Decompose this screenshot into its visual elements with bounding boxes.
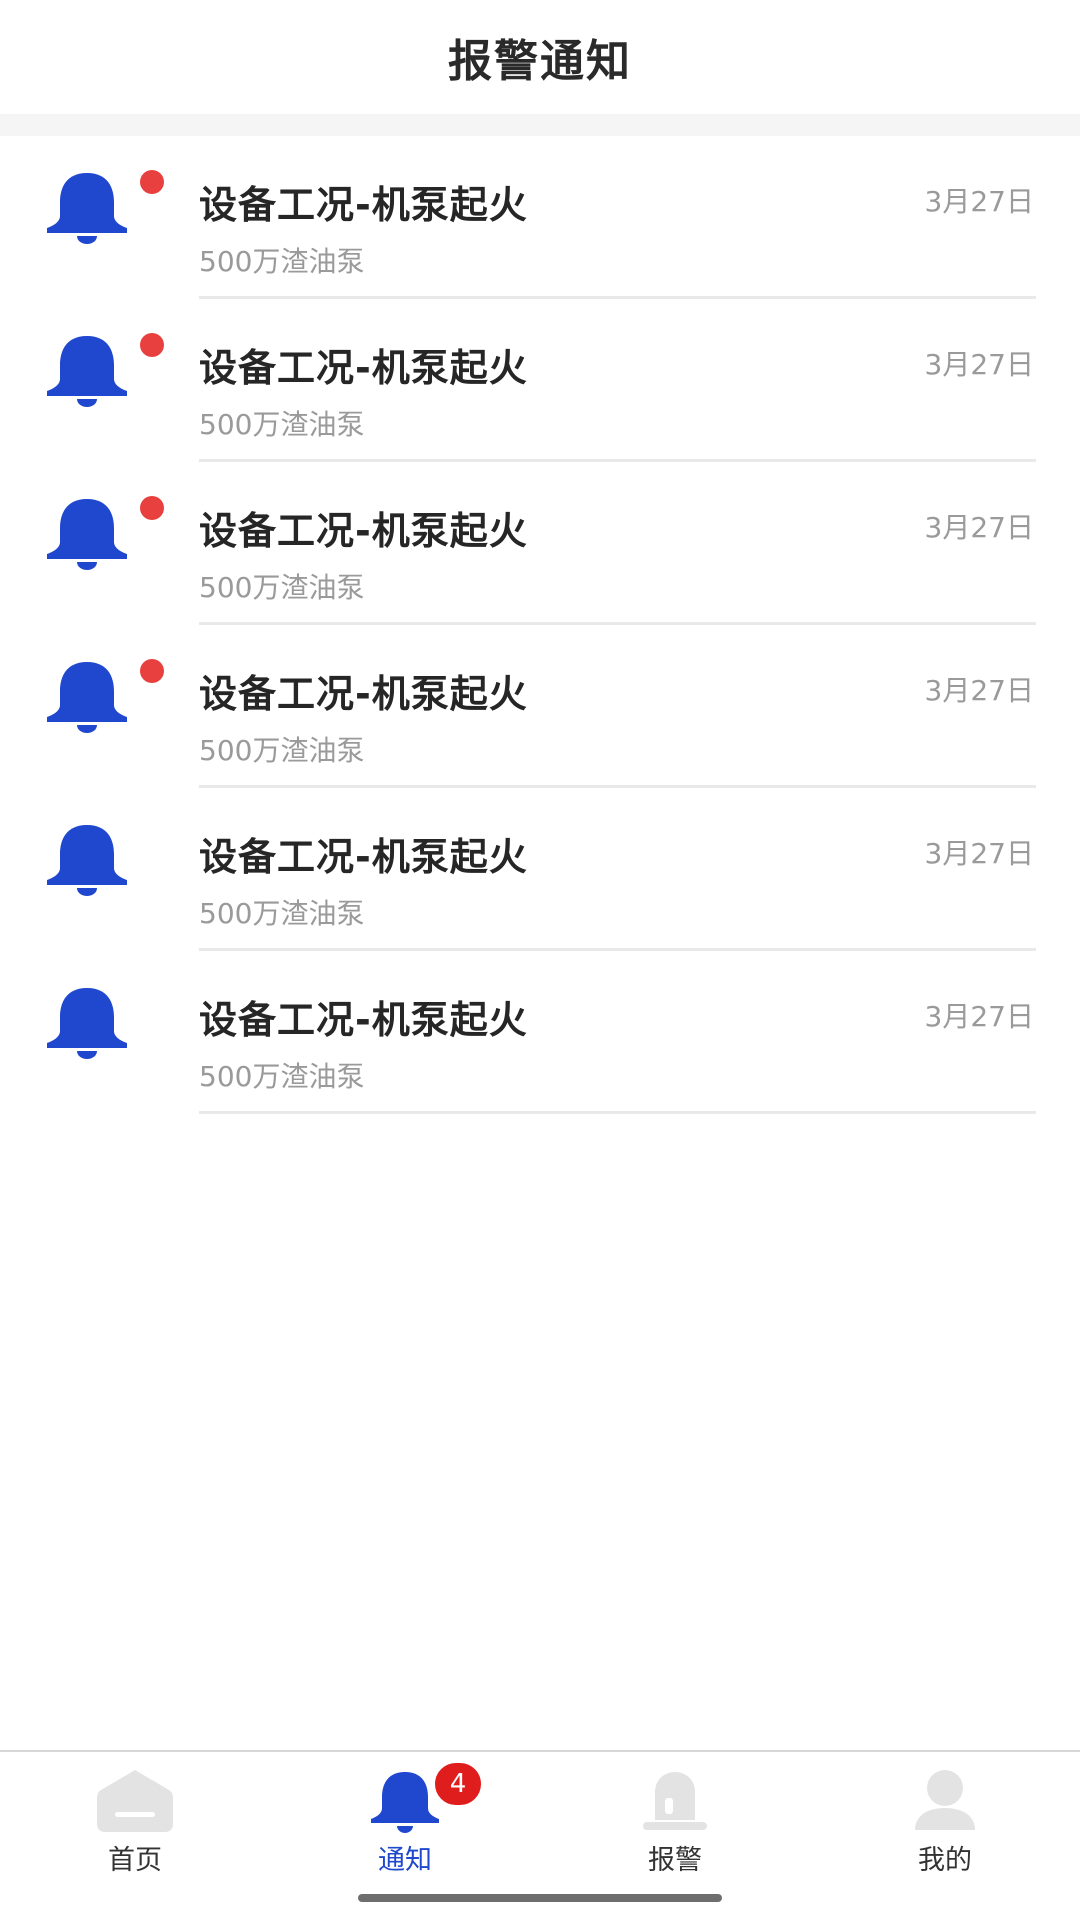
notification-item[interactable]: 设备工况-机泵起火 500万渣油泵 3月27日 <box>0 462 1080 625</box>
notification-item[interactable]: 设备工况-机泵起火 500万渣油泵 3月27日 <box>0 951 1080 1114</box>
notification-subtitle: 500万渣油泵 <box>199 571 365 604</box>
notification-title: 设备工况-机泵起火 <box>199 509 528 553</box>
unread-dot <box>140 659 164 683</box>
notification-subtitle: 500万渣油泵 <box>199 897 365 930</box>
tab-label: 报警 <box>648 1845 702 1876</box>
notification-date: 3月27日 <box>924 185 1034 218</box>
home-indicator[interactable] <box>358 1894 722 1902</box>
tab-label: 首页 <box>108 1845 162 1876</box>
notification-item[interactable]: 设备工况-机泵起火 500万渣油泵 3月27日 <box>0 625 1080 788</box>
bell-icon <box>47 499 127 570</box>
tab-home[interactable]: 首页 <box>0 1752 270 1882</box>
notification-subtitle: 500万渣油泵 <box>199 245 365 278</box>
siren-icon <box>643 1772 707 1830</box>
notification-subtitle: 500万渣油泵 <box>199 1060 365 1093</box>
unread-dot <box>140 496 164 520</box>
tab-mine[interactable]: 我的 <box>810 1752 1080 1882</box>
divider <box>199 1111 1036 1114</box>
page-header: 报警通知 <box>0 0 1080 114</box>
tab-alarm[interactable]: 报警 <box>540 1752 810 1882</box>
notification-date: 3月27日 <box>924 1000 1034 1033</box>
notification-date: 3月27日 <box>924 348 1034 381</box>
notification-title: 设备工况-机泵起火 <box>199 346 528 390</box>
bell-icon <box>47 662 127 733</box>
notification-date: 3月27日 <box>924 511 1034 544</box>
bell-icon <box>47 988 127 1059</box>
unread-dot <box>140 333 164 357</box>
tab-notify[interactable]: 4 通知 <box>270 1752 540 1882</box>
notification-title: 设备工况-机泵起火 <box>199 998 528 1042</box>
bell-icon <box>47 336 127 407</box>
notification-date: 3月27日 <box>924 837 1034 870</box>
home-icon <box>97 1770 173 1832</box>
notification-item[interactable]: 设备工况-机泵起火 500万渣油泵 3月27日 <box>0 136 1080 299</box>
notification-subtitle: 500万渣油泵 <box>199 734 365 767</box>
notification-count-badge: 4 <box>432 1760 484 1808</box>
notification-list: 设备工况-机泵起火 500万渣油泵 3月27日 设备工况-机泵起火 500万渣油… <box>0 136 1080 1114</box>
bell-icon <box>47 825 127 896</box>
user-icon <box>915 1770 975 1830</box>
notification-title: 设备工况-机泵起火 <box>199 183 528 227</box>
notification-item[interactable]: 设备工况-机泵起火 500万渣油泵 3月27日 <box>0 788 1080 951</box>
page-title: 报警通知 <box>448 36 632 87</box>
notification-subtitle: 500万渣油泵 <box>199 408 365 441</box>
header-divider <box>0 114 1080 136</box>
notification-date: 3月27日 <box>924 674 1034 707</box>
notification-title: 设备工况-机泵起火 <box>199 835 528 879</box>
notification-item[interactable]: 设备工况-机泵起火 500万渣油泵 3月27日 <box>0 299 1080 462</box>
tab-label: 我的 <box>918 1845 972 1876</box>
tab-label: 通知 <box>378 1845 432 1876</box>
bell-icon <box>47 173 127 244</box>
unread-dot <box>140 170 164 194</box>
notification-title: 设备工况-机泵起火 <box>199 672 528 716</box>
